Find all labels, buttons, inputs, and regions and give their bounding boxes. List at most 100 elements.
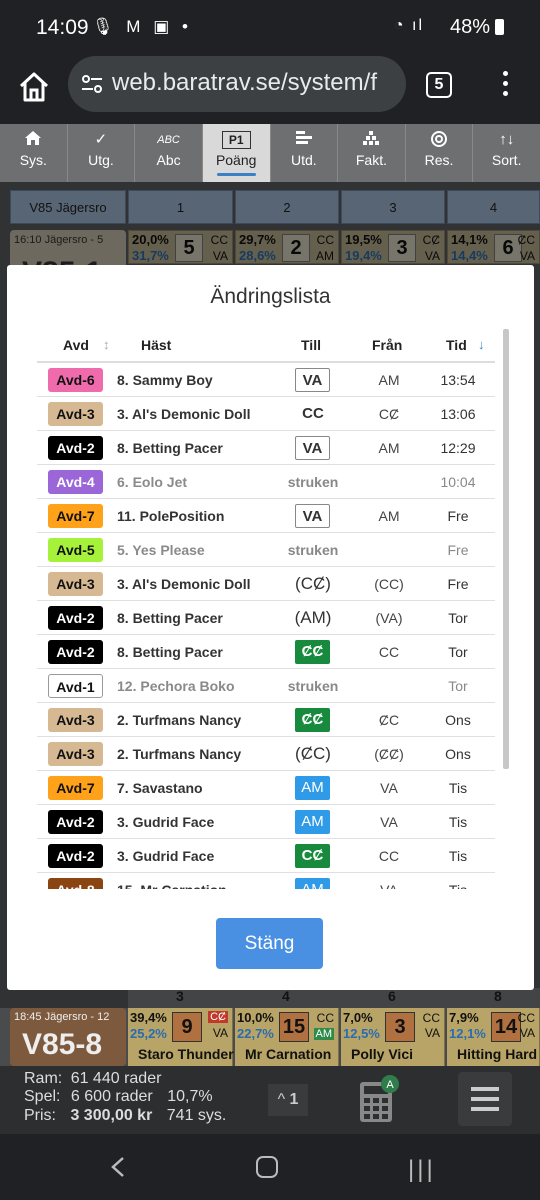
table-row[interactable]: Avd-7 7. Savastano AM VA Tis [37,771,495,805]
tid-value: 13:54 [440,372,476,388]
shoe-tag: CC [422,1011,440,1025]
horse-number: 14 [491,1012,521,1042]
percent-secondary: 25,2% [130,1026,167,1041]
pris-value: 3 300,00 kr [70,1107,153,1124]
avd-badge: Avd-2 [48,640,103,664]
tab-switcher-button[interactable]: 5 [426,72,452,98]
till-value: CȻ [295,844,330,868]
sort-desc-icon[interactable]: ↓ [478,337,485,352]
summary-bar: Ram: 61 440 rader Spel: 6 600 rader 10,7… [0,1066,540,1134]
table-scrollbar[interactable] [503,329,509,769]
avd-badge: Avd-4 [48,470,103,494]
percent: 7,0% [343,1010,373,1025]
browser-toolbar: web.baratrav.se/system/f 5 [0,56,540,124]
till-value: VA [295,436,330,460]
table-row[interactable]: Avd-2 8. Betting Pacer ȻȻ CC Tor [37,635,495,669]
horse-cell[interactable]: 7,0% 12,5% 3 CC VA Polly Vici [341,1008,445,1066]
tid-value: Ons [445,746,471,762]
avd-badge: Avd-2 [48,810,103,834]
sort-icon[interactable]: ↕ [103,337,110,352]
table-row[interactable]: Avd-3 3. Al's Demonic Doll CC CȻ 13:06 [37,397,495,431]
home-icon[interactable] [16,69,52,105]
table-row[interactable]: Avd-3 2. Turfmans Nancy (ȻC) (ȻȻ) Ons [37,737,495,771]
calculator-badge: A [386,1079,394,1091]
horse-name: 8. Betting Pacer [117,644,223,660]
horse-name: Staro Thunder [138,1046,234,1062]
fran-value: (CC) [374,576,404,592]
toolbar-item-abc[interactable]: ABC Abc [135,124,203,182]
change-table[interactable]: Avd ↕ Häst Till Från Tid ↓ Avd-6 8. Sammy… [37,327,495,889]
avd-badge: Avd-2 [48,606,103,630]
horse-cell[interactable]: 7,9% 12,1% 14 CC VA Hitting Hard [447,1008,540,1066]
toolbar-item-utg[interactable]: ✓ Utg. [68,124,136,182]
header-till[interactable]: Till [301,337,321,353]
avd-badge: Avd-7 [48,776,103,800]
tid-value: Tor [448,644,468,660]
tid-value: 13:06 [440,406,476,422]
scroll-up-button[interactable]: ^ 1 [268,1084,308,1116]
battery-icon [495,19,504,35]
table-row[interactable]: Avd-6 8. Sammy Boy VA AM 13:54 [37,363,495,397]
fran-value: VA [367,882,411,889]
leg-row-v85-8: 18:45 Jägersro - 12 V85-8 39,4% 25,2% 9 … [0,1008,540,1066]
horse-cell[interactable]: 39,4% 25,2% 9 CȻ VA Staro Thunder [128,1008,234,1066]
change-list-dialog: Ändringslista Avd ↕ Häst Till Från Tid ↓… [7,265,534,990]
calculator-icon[interactable]: A [358,1074,402,1124]
horse-cell[interactable]: 10,0% 22,7% 15 CC AM Mr Carnation [235,1008,339,1066]
toolbar-item-poang[interactable]: P1 Poäng [202,124,271,182]
table-row[interactable]: Avd-2 3. Gudrid Face AM VA Tis [37,805,495,839]
table-row[interactable]: Avd-2 3. Gudrid Face CȻ CC Tis [37,839,495,873]
pyramid-icon [363,131,380,145]
table-row[interactable]: Avd-7 11. PolePosition VA AM Fre [37,499,495,533]
till-value: VA [295,504,330,528]
table-row[interactable]: Avd-4 6. Eolo Jet struken 10:04 [37,465,495,499]
till-value: ȻȻ [295,708,330,732]
tid-value: Tis [448,814,468,830]
leg-card-v85-8[interactable]: 18:45 Jägersro - 12 V85-8 [10,1008,126,1066]
header-avd[interactable]: Avd [63,337,89,353]
table-row[interactable]: Avd-3 3. Al's Demonic Doll (CȻ) (CC) Fre [37,567,495,601]
header-tid[interactable]: Tid [446,337,467,353]
cart-tag: VA [424,1026,440,1040]
table-row[interactable]: Avd-2 8. Betting Pacer (AM) (VA) Tor [37,601,495,635]
table-row[interactable]: Avd-8 15. Mr Carnation AM VA Tis [37,873,495,889]
tid-value: Tis [448,780,468,796]
home-nav-icon[interactable] [256,1156,278,1178]
till-value: struken [287,678,339,694]
table-row[interactable]: Avd-3 2. Turfmans Nancy ȻȻ ȻC Ons [37,703,495,737]
horse-name: 11. PolePosition [117,508,225,524]
table-row[interactable]: Avd-2 8. Betting Pacer VA AM 12:29 [37,431,495,465]
back-icon[interactable] [110,1156,126,1178]
avd-badge: Avd-8 [48,878,103,889]
cart-tag: VA [212,1026,228,1040]
toolbar-item-res[interactable]: Res. [406,124,474,182]
ram-label: Ram: [24,1070,63,1087]
shoe-tag: CC [517,1011,535,1025]
toolbar-item-utd[interactable]: Utd. [271,124,339,182]
header-hast[interactable]: Häst [141,337,171,353]
target-icon [431,131,448,147]
hamburger-menu-icon[interactable] [458,1072,512,1126]
app-toolbar: Sys. ✓ Utg. ABC Abc P1 Poäng Utd. Fakt. … [0,124,540,182]
toolbar-item-fakt[interactable]: Fakt. [338,124,406,182]
ram-value: 61 440 rader [70,1070,162,1087]
horse-name: 8. Betting Pacer [117,440,223,456]
site-settings-icon[interactable] [80,72,104,96]
avd-badge: Avd-2 [48,436,103,460]
till-value: (ȻC) [295,744,331,763]
recents-icon[interactable]: ||| [408,1156,436,1184]
close-button[interactable]: Stäng [216,918,323,969]
tid-value: Fre [447,542,469,558]
battery-percent: 48% [449,16,490,38]
table-row[interactable]: Avd-5 5. Yes Please struken Fre [37,533,495,567]
horse-name: 2. Turfmans Nancy [117,746,242,762]
toolbar-item-sort[interactable]: ↑↓ Sort. [473,124,540,182]
table-row[interactable]: Avd-1 12. Pechora Boko struken Tor [37,669,495,703]
percent: 10,0% [237,1010,274,1025]
browser-menu-icon[interactable] [500,68,510,100]
spel-row: Spel: 6 600 rader 10,7% [24,1088,213,1106]
toolbar-item-sys[interactable]: Sys. [0,124,68,182]
fran-value: AM [378,372,400,388]
address-bar[interactable]: web.baratrav.se/system/f [68,56,406,112]
header-fran[interactable]: Från [372,337,402,353]
